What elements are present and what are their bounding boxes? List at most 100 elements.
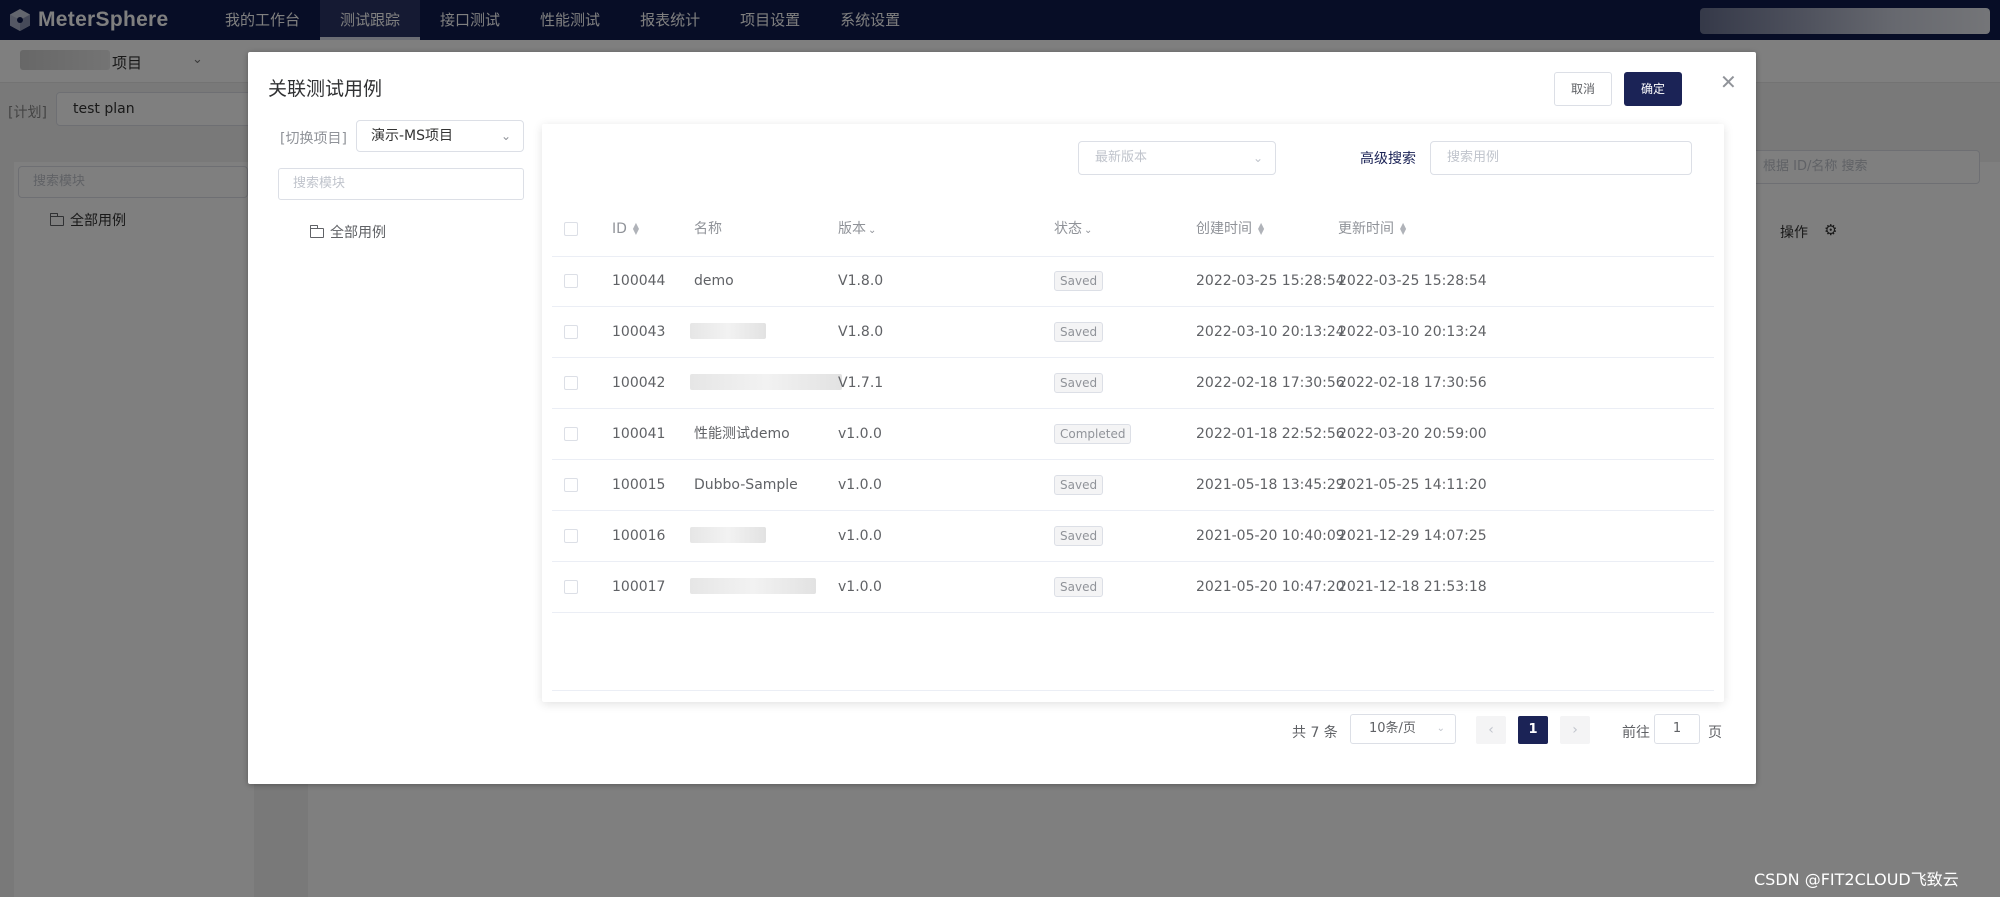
status-badge: Saved bbox=[1054, 271, 1104, 291]
row-checkbox[interactable] bbox=[564, 274, 578, 288]
col-status[interactable]: 状态 ⌄ bbox=[1054, 202, 1092, 258]
col-version-label: 版本 bbox=[838, 221, 866, 237]
next-page-button[interactable]: › bbox=[1560, 716, 1590, 744]
row-checkbox[interactable] bbox=[564, 580, 578, 594]
cell-created: 2022-01-18 22:52:56 bbox=[1196, 426, 1345, 442]
confirm-button[interactable]: 确定 bbox=[1624, 72, 1682, 106]
cell-version: v1.0.0 bbox=[838, 426, 882, 442]
cell-name: 性能测试demo bbox=[694, 426, 790, 442]
dialog-title: 关联测试用例 bbox=[268, 78, 383, 100]
cell-created: 2021-05-20 10:40:09 bbox=[1196, 528, 1345, 544]
page-size-select[interactable]: 10条/页 ⌄ bbox=[1350, 714, 1456, 744]
filter-caret-icon[interactable]: ⌄ bbox=[868, 225, 876, 236]
cell-updated: 2022-02-18 17:30:56 bbox=[1338, 375, 1487, 391]
cell-name-blurred bbox=[690, 323, 766, 339]
cell-created: 2022-02-18 17:30:56 bbox=[1196, 375, 1345, 391]
cell-id: 100016 bbox=[612, 528, 666, 544]
cell-updated: 2021-12-18 21:53:18 bbox=[1338, 579, 1487, 595]
col-id[interactable]: ID ▲ ▼ bbox=[612, 202, 639, 256]
cell-id: 100043 bbox=[612, 324, 666, 340]
col-version[interactable]: 版本 ⌄ bbox=[838, 202, 876, 258]
goto-label: 前往 bbox=[1622, 725, 1650, 741]
cell-name-blurred bbox=[690, 527, 766, 543]
cell-id: 100044 bbox=[612, 273, 666, 289]
cell-updated: 2022-03-20 20:59:00 bbox=[1338, 426, 1487, 442]
row-checkbox[interactable] bbox=[564, 478, 578, 492]
cell-created: 2022-03-25 15:28:54 bbox=[1196, 273, 1345, 289]
watermark: CSDN @FIT2CLOUD飞致云 bbox=[1754, 870, 1959, 889]
cell-version: V1.8.0 bbox=[838, 273, 884, 289]
sort-icon[interactable]: ▲ ▼ bbox=[1400, 222, 1406, 236]
cancel-button[interactable]: 取消 bbox=[1554, 72, 1612, 106]
cell-id: 100042 bbox=[612, 375, 666, 391]
row-checkbox[interactable] bbox=[564, 427, 578, 441]
status-badge: Saved bbox=[1054, 475, 1104, 495]
page-size-value: 10条/页 bbox=[1369, 721, 1416, 736]
table-row[interactable]: 100016 v1.0.0 Saved 2021-05-20 10:40:09 … bbox=[552, 511, 1714, 562]
select-all-checkbox[interactable] bbox=[564, 222, 578, 236]
chevron-down-icon: ⌄ bbox=[1436, 723, 1445, 734]
page-number-current[interactable]: 1 bbox=[1518, 716, 1548, 744]
cell-name-blurred bbox=[690, 578, 816, 594]
version-select[interactable]: 最新版本 ⌄ bbox=[1078, 141, 1276, 175]
tree-root-all-cases[interactable]: 全部用例 bbox=[309, 222, 386, 242]
cell-updated: 2022-03-10 20:13:24 bbox=[1338, 324, 1487, 340]
project-select[interactable]: 演示-MS项目 ⌄ bbox=[356, 120, 524, 152]
table-row[interactable]: 100044 demo V1.8.0 Saved 2022-03-25 15:2… bbox=[552, 256, 1714, 307]
filter-caret-icon[interactable]: ⌄ bbox=[1084, 225, 1092, 236]
cell-version: V1.7.1 bbox=[838, 375, 884, 391]
folder-icon bbox=[309, 225, 324, 238]
chevron-down-icon: ⌄ bbox=[1252, 151, 1263, 165]
sort-icon[interactable]: ▲ ▼ bbox=[633, 222, 639, 236]
cell-updated: 2021-05-25 14:11:20 bbox=[1338, 477, 1487, 493]
cell-created: 2021-05-18 13:45:29 bbox=[1196, 477, 1345, 493]
col-status-label: 状态 bbox=[1054, 221, 1082, 237]
cell-updated: 2022-03-25 15:28:54 bbox=[1338, 273, 1487, 289]
col-created[interactable]: 创建时间 ▲ ▼ bbox=[1196, 202, 1264, 256]
status-badge: Saved bbox=[1054, 526, 1104, 546]
associate-case-dialog: 关联测试用例 取消 确定 ✕ [切换项目] 演示-MS项目 ⌄ 搜索模块 全部用… bbox=[248, 52, 1756, 784]
advanced-search-link[interactable]: 高级搜索 bbox=[1360, 148, 1416, 168]
cell-id: 100017 bbox=[612, 579, 666, 595]
cell-name: demo bbox=[694, 273, 734, 289]
status-badge: Completed bbox=[1054, 424, 1132, 444]
table-body: 100044 demo V1.8.0 Saved 2022-03-25 15:2… bbox=[552, 256, 1714, 613]
cell-version: v1.0.0 bbox=[838, 579, 882, 595]
close-icon[interactable]: ✕ bbox=[1720, 70, 1737, 94]
row-checkbox[interactable] bbox=[564, 529, 578, 543]
cell-version: v1.0.0 bbox=[838, 528, 882, 544]
prev-page-button[interactable]: ‹ bbox=[1476, 716, 1506, 744]
status-badge: Saved bbox=[1054, 577, 1104, 597]
table-row[interactable]: 100041 性能测试demo v1.0.0 Completed 2022-01… bbox=[552, 409, 1714, 460]
status-badge: Saved bbox=[1054, 322, 1104, 342]
goto-suffix: 页 bbox=[1708, 725, 1722, 741]
goto-page-input[interactable]: 1 bbox=[1654, 714, 1700, 744]
cell-updated: 2021-12-29 14:07:25 bbox=[1338, 528, 1487, 544]
table-row[interactable]: 100042 V1.7.1 Saved 2022-02-18 17:30:56 … bbox=[552, 358, 1714, 409]
table-row[interactable]: 100017 v1.0.0 Saved 2021-05-20 10:47:20 … bbox=[552, 562, 1714, 613]
table-row[interactable]: 100043 V1.8.0 Saved 2022-03-10 20:13:24 … bbox=[552, 307, 1714, 358]
project-select-value: 演示-MS项目 bbox=[371, 128, 454, 144]
pagination-total: 共 7 条 bbox=[1292, 725, 1338, 741]
cell-created: 2021-05-20 10:47:20 bbox=[1196, 579, 1345, 595]
row-checkbox[interactable] bbox=[564, 325, 578, 339]
module-search-input[interactable]: 搜索模块 bbox=[278, 168, 524, 200]
status-badge: Saved bbox=[1054, 373, 1104, 393]
cell-name: Dubbo-Sample bbox=[694, 477, 798, 493]
case-search-input[interactable]: 搜索用例 bbox=[1430, 141, 1692, 175]
col-created-label: 创建时间 bbox=[1196, 221, 1252, 237]
table-header: ID ▲ ▼ 名称 版本 ⌄ 状态 ⌄ 创建时间 ▲ ▼ 更新时间 ▲ ▼ bbox=[552, 202, 1714, 257]
row-checkbox[interactable] bbox=[564, 376, 578, 390]
cell-version: V1.8.0 bbox=[838, 324, 884, 340]
col-updated[interactable]: 更新时间 ▲ ▼ bbox=[1338, 202, 1406, 256]
chevron-down-icon: ⌄ bbox=[500, 129, 511, 143]
sort-icon[interactable]: ▲ ▼ bbox=[1258, 222, 1264, 236]
cell-created: 2022-03-10 20:13:24 bbox=[1196, 324, 1345, 340]
col-name: 名称 bbox=[694, 221, 722, 237]
cell-id: 100015 bbox=[612, 477, 666, 493]
case-table-card: 最新版本 ⌄ 高级搜索 搜索用例 ID ▲ ▼ 名称 版本 ⌄ 状态 ⌄ 创建时间 ▲ ▼ … bbox=[542, 124, 1724, 702]
tree-root-label: 全部用例 bbox=[330, 225, 386, 241]
col-updated-label: 更新时间 bbox=[1338, 221, 1394, 237]
table-row[interactable]: 100015 Dubbo-Sample v1.0.0 Saved 2021-05… bbox=[552, 460, 1714, 511]
col-id-label: ID bbox=[612, 221, 627, 237]
